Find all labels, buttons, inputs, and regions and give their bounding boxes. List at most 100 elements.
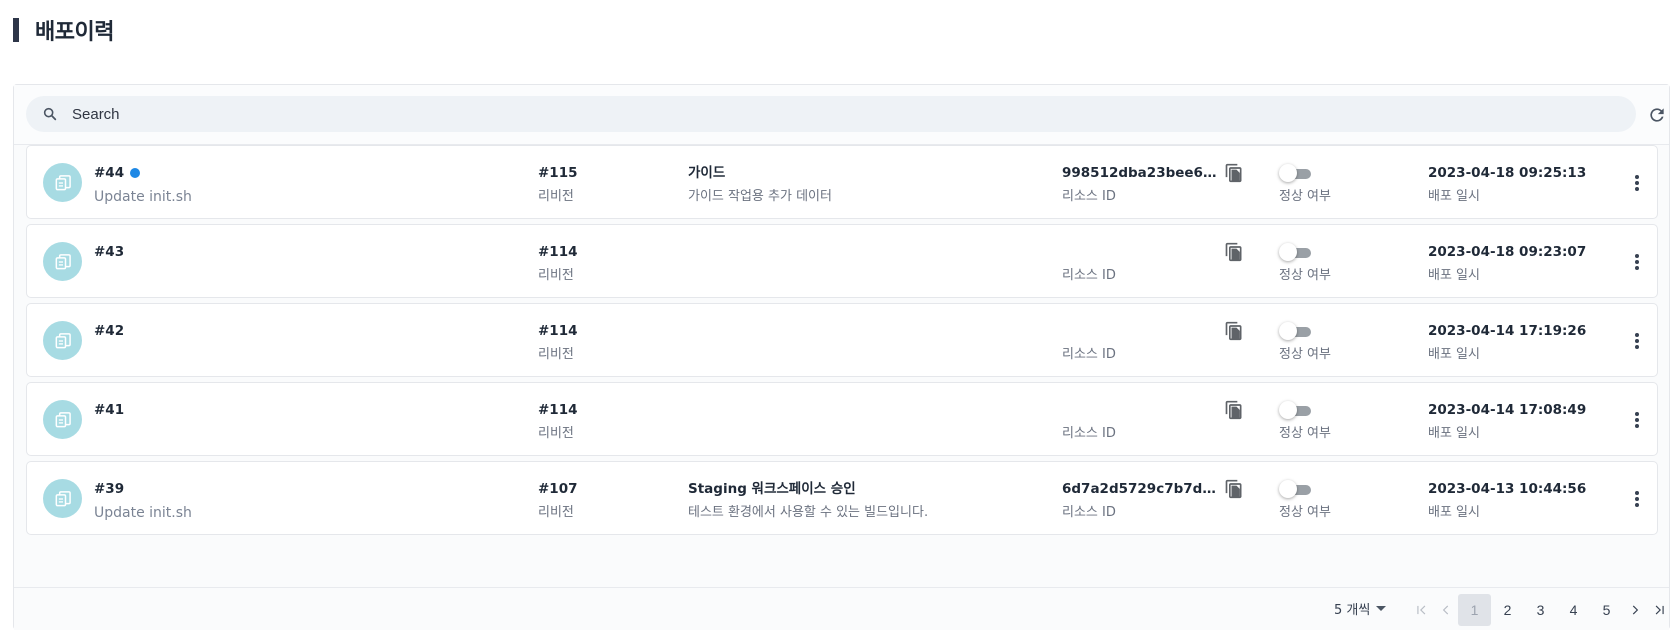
- more-vert-icon[interactable]: [1627, 487, 1647, 511]
- description-title: [688, 242, 1018, 262]
- deploy-row[interactable]: #42 #114 리비전 리소스 ID 정상 여부 2023-04-14 17:…: [26, 303, 1658, 377]
- resource-cell: 리소스 ID: [1062, 321, 1222, 365]
- deploy-number: #43: [94, 244, 125, 260]
- copy-icon[interactable]: [1224, 320, 1246, 342]
- toggle-knob: [1279, 480, 1297, 498]
- revision-label: 리비전: [538, 189, 574, 204]
- deployed-at-cell: 2023-04-13 10:44:56 배포 일시: [1428, 479, 1608, 523]
- page-button[interactable]: 3: [1524, 594, 1557, 626]
- health-toggle[interactable]: [1279, 400, 1313, 420]
- commit-message: [94, 266, 394, 286]
- pagination-footer: 5 개씩 12345: [14, 587, 1669, 630]
- health-cell: 정상 여부: [1279, 400, 1389, 444]
- deploy-row[interactable]: #44 Update init.sh #115 리비전 가이드 가이드 작업용 …: [26, 145, 1658, 219]
- deploy-number: #44: [94, 165, 125, 181]
- resource-cell: 리소스 ID: [1062, 400, 1222, 444]
- resource-id-value: 998512dba23bee6253d9: [1062, 165, 1220, 181]
- health-cell: 정상 여부: [1279, 479, 1389, 523]
- resource-id-label: 리소스 ID: [1062, 505, 1116, 520]
- commit-message: Update init.sh: [94, 505, 192, 521]
- deployed-at-value: 2023-04-14 17:08:49: [1428, 402, 1587, 418]
- deployed-at-label: 배포 일시: [1428, 505, 1480, 520]
- chevron-left-icon[interactable]: [1434, 594, 1458, 626]
- deploy-id-cell: #39 Update init.sh: [94, 479, 394, 523]
- health-toggle[interactable]: [1279, 242, 1313, 262]
- revision-value: #114: [538, 402, 578, 418]
- copy-icon[interactable]: [1224, 478, 1246, 500]
- page-button[interactable]: 1: [1458, 594, 1491, 626]
- deploy-id-cell: #41: [94, 400, 394, 444]
- page-button[interactable]: 2: [1491, 594, 1524, 626]
- page-size-select[interactable]: 5 개씩: [1334, 599, 1387, 618]
- deploy-icon: [43, 242, 82, 281]
- description-cell: [688, 321, 1018, 365]
- resource-id-label: 리소스 ID: [1062, 268, 1116, 283]
- page-size-label: 5 개씩: [1334, 603, 1371, 618]
- revision-value: #114: [538, 244, 578, 260]
- copy-icon[interactable]: [1224, 399, 1246, 421]
- page-button[interactable]: 5: [1590, 594, 1623, 626]
- resource-cell: 6d7a2d5729c7b7d5410a 리소스 ID: [1062, 479, 1222, 523]
- description-text: 가이드 작업용 추가 데이터: [688, 189, 832, 204]
- deployed-at-cell: 2023-04-18 09:25:13 배포 일시: [1428, 163, 1608, 207]
- copy-icon[interactable]: [1224, 162, 1246, 184]
- description-cell: [688, 400, 1018, 444]
- chevron-right-icon[interactable]: [1623, 594, 1647, 626]
- description-text: [688, 345, 1018, 365]
- revision-cell: #107 리비전: [538, 479, 658, 523]
- revision-value: #107: [538, 481, 578, 497]
- description-title: [688, 321, 1018, 341]
- deployed-at-label: 배포 일시: [1428, 189, 1480, 204]
- more-vert-icon[interactable]: [1627, 329, 1647, 353]
- page-button[interactable]: 4: [1557, 594, 1590, 626]
- description-title: 가이드: [688, 165, 726, 181]
- resource-id-value: [1062, 400, 1220, 420]
- health-toggle[interactable]: [1279, 479, 1313, 499]
- revision-label: 리비전: [538, 347, 574, 362]
- resource-id-label: 리소스 ID: [1062, 347, 1116, 362]
- toolbar: [14, 85, 1669, 145]
- more-vert-icon[interactable]: [1627, 171, 1647, 195]
- refresh-icon[interactable]: [1646, 104, 1668, 126]
- first-page-icon[interactable]: [1410, 594, 1434, 626]
- deployed-at-value: 2023-04-14 17:19:26: [1428, 323, 1587, 339]
- health-label: 정상 여부: [1279, 347, 1331, 362]
- deployed-at-value: 2023-04-18 09:23:07: [1428, 244, 1587, 260]
- description-cell: Staging 워크스페이스 승인 테스트 환경에서 사용할 수 있는 빌드입니…: [688, 479, 1018, 523]
- deploy-id-cell: #44 Update init.sh: [94, 163, 394, 207]
- health-cell: 정상 여부: [1279, 163, 1389, 207]
- health-toggle[interactable]: [1279, 321, 1313, 341]
- more-vert-icon[interactable]: [1627, 408, 1647, 432]
- deploy-row[interactable]: #39 Update init.sh #107 리비전 Staging 워크스페…: [26, 461, 1658, 535]
- deploy-row[interactable]: #43 #114 리비전 리소스 ID 정상 여부 2023-04-18 09:…: [26, 224, 1658, 298]
- revision-cell: #114 리비전: [538, 400, 658, 444]
- deploy-number: #39: [94, 481, 125, 497]
- deployed-at-value: 2023-04-13 10:44:56: [1428, 481, 1587, 497]
- health-label: 정상 여부: [1279, 505, 1331, 520]
- toggle-knob: [1279, 322, 1297, 340]
- description-title: Staging 워크스페이스 승인: [688, 481, 856, 497]
- revision-label: 리비전: [538, 505, 574, 520]
- commit-message: [94, 345, 394, 365]
- search-input[interactable]: [72, 105, 1572, 123]
- commit-message: [94, 424, 394, 444]
- deploy-number: #42: [94, 323, 125, 339]
- health-toggle[interactable]: [1279, 163, 1313, 183]
- deployed-at-label: 배포 일시: [1428, 347, 1480, 362]
- search-bar[interactable]: [26, 96, 1636, 132]
- deployed-at-cell: 2023-04-14 17:08:49 배포 일시: [1428, 400, 1608, 444]
- more-vert-icon[interactable]: [1627, 250, 1647, 274]
- search-icon: [42, 105, 60, 123]
- last-page-icon[interactable]: [1647, 594, 1671, 626]
- deploy-icon: [43, 321, 82, 360]
- deploy-row[interactable]: #41 #114 리비전 리소스 ID 정상 여부 2023-04-14 17:…: [26, 382, 1658, 456]
- deploy-id-cell: #42: [94, 321, 394, 365]
- copy-icon[interactable]: [1224, 241, 1246, 263]
- toggle-knob: [1279, 243, 1297, 261]
- revision-label: 리비전: [538, 426, 574, 441]
- description-title: [688, 400, 1018, 420]
- revision-cell: #114 리비전: [538, 242, 658, 286]
- resource-cell: 리소스 ID: [1062, 242, 1222, 286]
- toggle-knob: [1279, 401, 1297, 419]
- page-title: 배포이력: [35, 20, 114, 45]
